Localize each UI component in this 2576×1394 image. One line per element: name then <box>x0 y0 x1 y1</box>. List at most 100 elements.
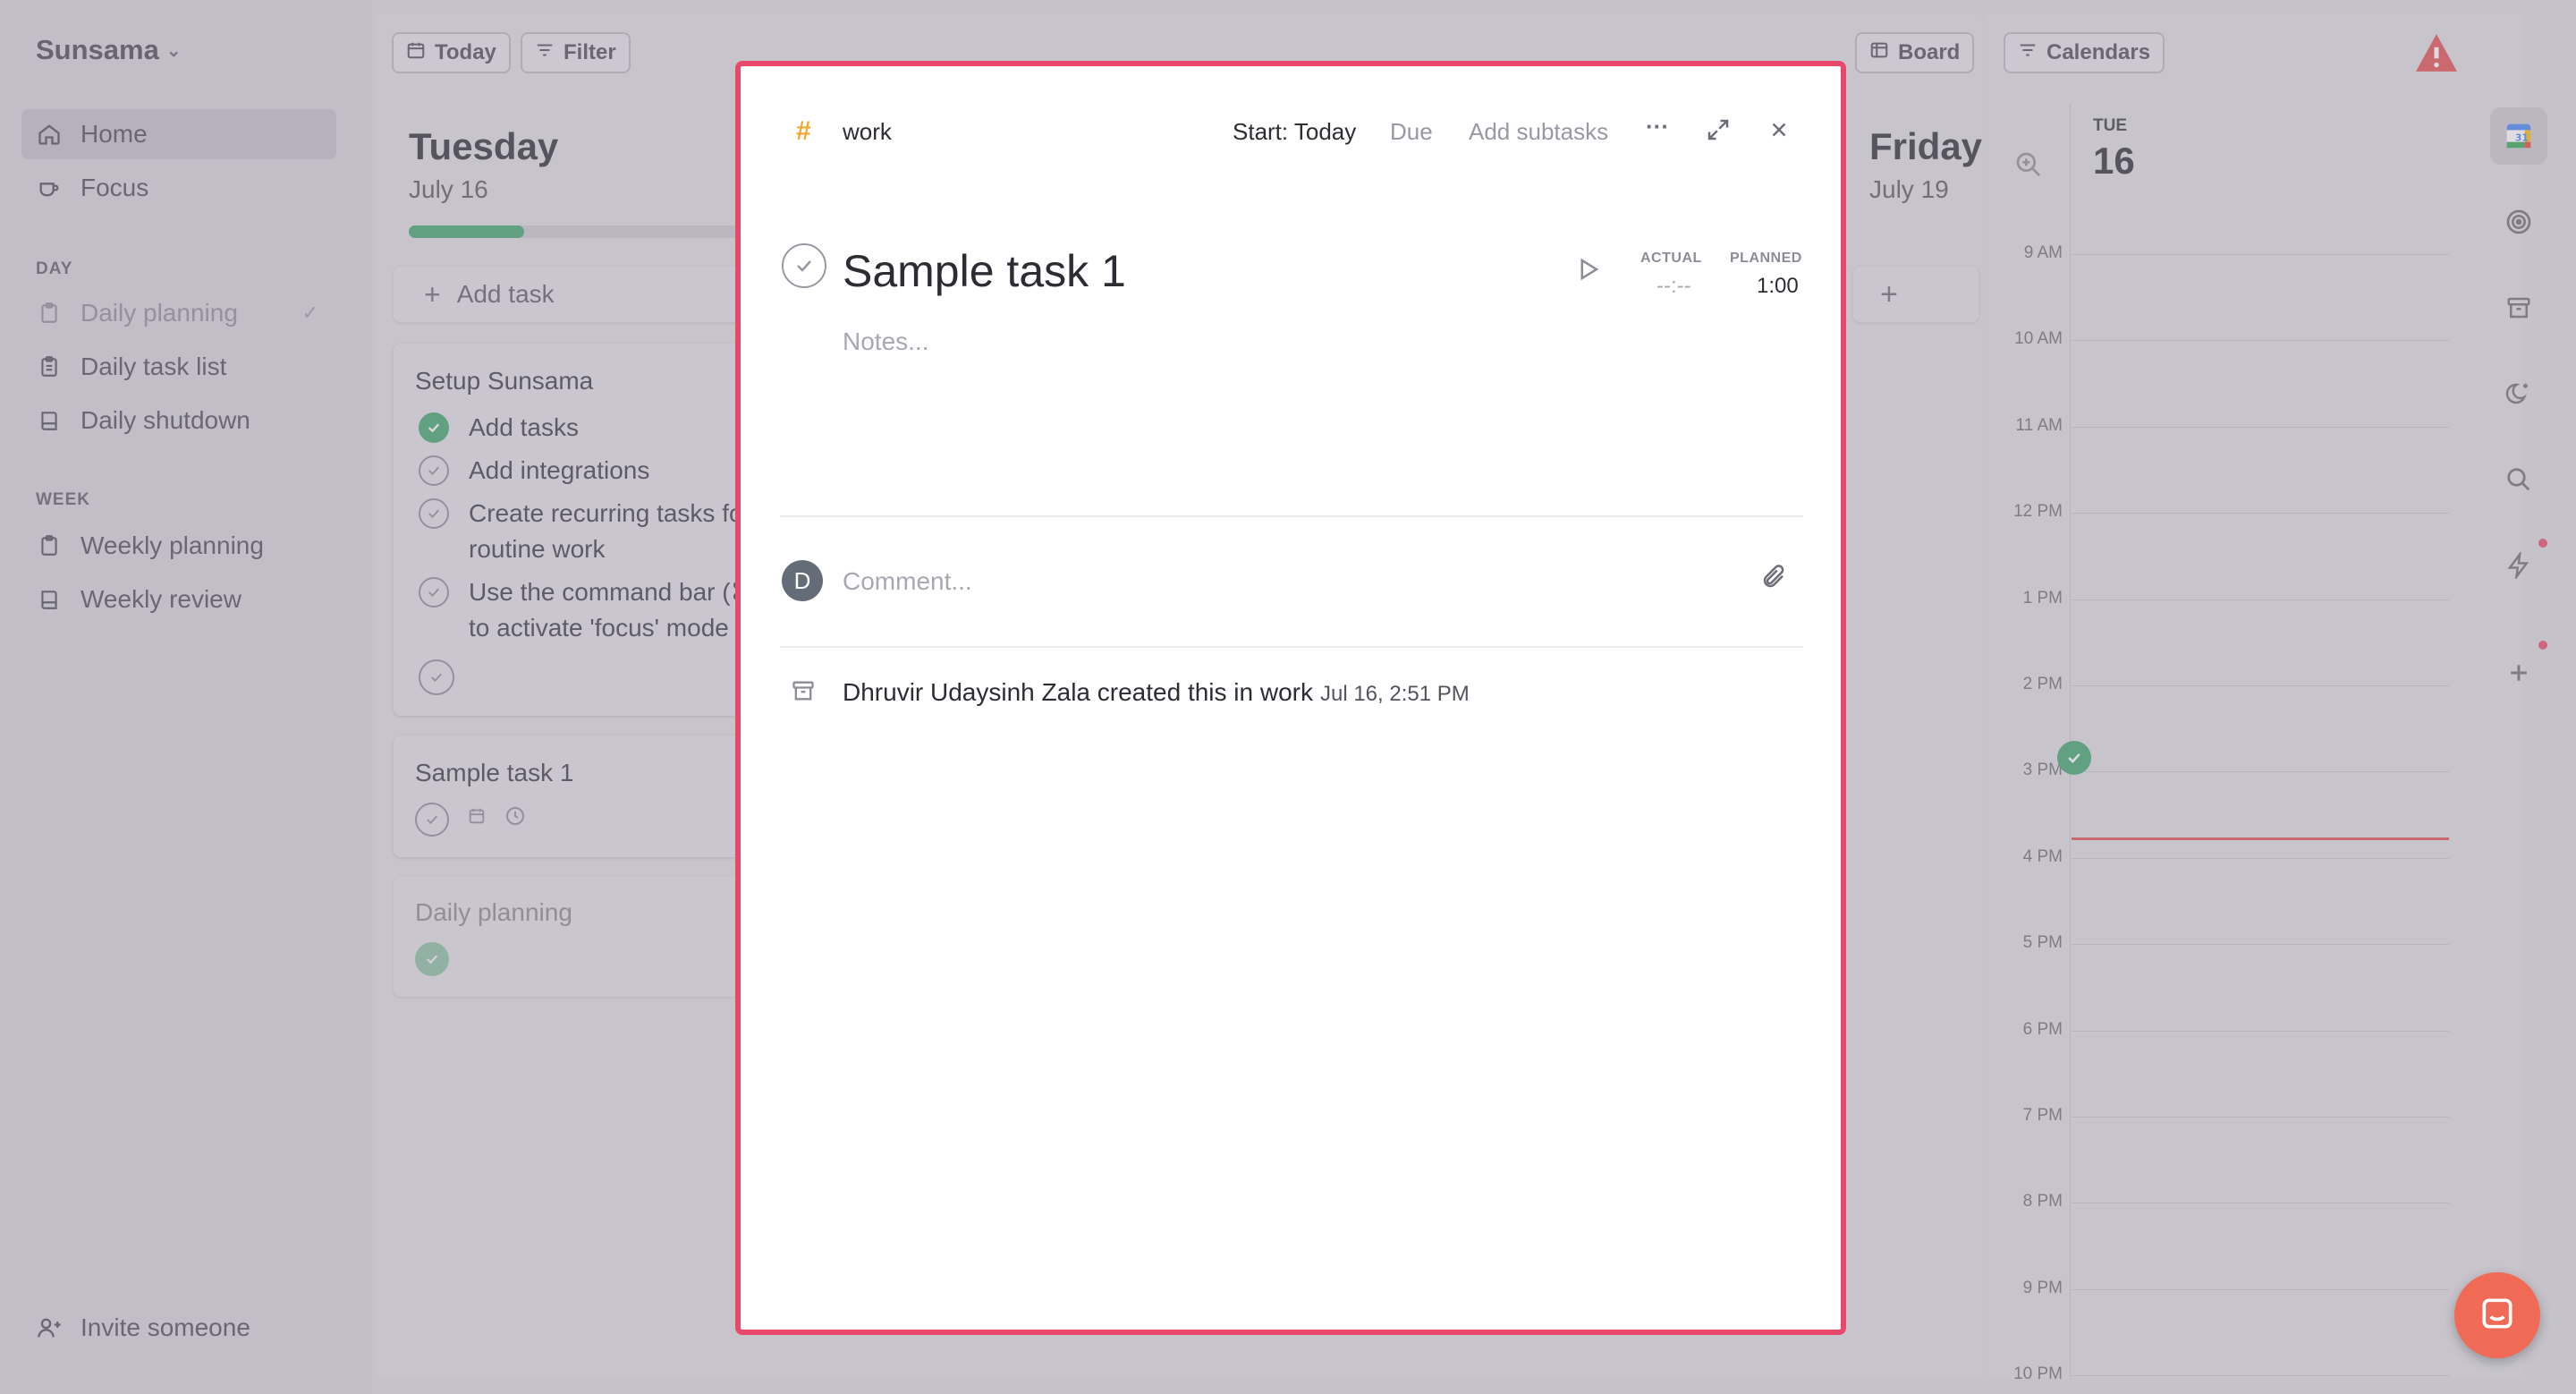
invite-someone-button[interactable]: Invite someone <box>21 1303 336 1353</box>
check-circle-icon[interactable] <box>419 498 449 529</box>
google-calendar-icon[interactable]: 31 <box>2490 107 2547 165</box>
today-button[interactable]: Today <box>392 32 511 73</box>
actual-time-value[interactable]: --:-- <box>1657 274 1691 299</box>
archive-icon[interactable] <box>2490 279 2547 336</box>
calendar-day-abbr: TUE <box>2093 116 2127 135</box>
completed-event-icon[interactable] <box>2057 741 2091 775</box>
subtask-line-2: to activate 'focus' mode <box>469 614 729 642</box>
day-date-friday: July 19 <box>1869 175 1949 203</box>
calendars-button[interactable]: Calendars <box>2004 32 2165 73</box>
add-integration-icon[interactable] <box>2490 641 2547 701</box>
calendar-hour-label: 10 PM <box>2013 1364 2063 1384</box>
calendar-hour-label: 9 AM <box>2023 243 2063 262</box>
nav-weekly-review[interactable]: Weekly review <box>21 574 336 625</box>
friday-add-task-button[interactable]: + <box>1853 267 1979 322</box>
check-circle-icon[interactable] <box>419 577 449 608</box>
calendar-hour-line <box>2072 599 2449 600</box>
play-icon[interactable] <box>1574 256 1601 287</box>
nav-home-label: Home <box>80 120 148 148</box>
calendar-hour-line <box>2072 513 2449 514</box>
nav-daily-planning[interactable]: Daily planning ✓ <box>21 288 336 338</box>
calendar-hour-line <box>2072 944 2449 946</box>
filter-icon <box>2018 40 2038 66</box>
current-time-line <box>2072 837 2449 840</box>
nav-daily-task-list[interactable]: Daily task list <box>21 342 336 392</box>
subtask-line-2: routine work <box>469 535 606 563</box>
clock-icon[interactable] <box>504 805 526 831</box>
filter-label: Filter <box>564 40 616 64</box>
task-card-title: Daily planning <box>415 898 572 926</box>
nav-focus[interactable]: Focus <box>21 163 336 213</box>
target-icon[interactable] <box>2490 193 2547 251</box>
calendar-hour-line <box>2072 426 2449 428</box>
notes-field[interactable]: Notes... <box>843 327 928 356</box>
book-icon <box>36 586 63 613</box>
nav-weekly-planning-label: Weekly planning <box>80 531 264 559</box>
planned-time-label: PLANNED <box>1730 251 1802 266</box>
add-user-icon <box>36 1314 63 1341</box>
task-title[interactable]: Sample task 1 <box>843 245 1126 297</box>
planned-time-value[interactable]: 1:00 <box>1757 274 1799 299</box>
archive-icon <box>791 678 816 708</box>
paperclip-icon[interactable] <box>1760 564 1787 595</box>
nav-home[interactable]: Home <box>21 109 336 159</box>
filter-icon <box>535 40 555 66</box>
nav-daily-planning-label: Daily planning <box>80 299 238 327</box>
check-icon: ✓ <box>301 302 318 324</box>
activity-timestamp: Jul 16, 2:51 PM <box>1319 682 1470 706</box>
invite-label: Invite someone <box>80 1313 250 1341</box>
complete-task-checkbox[interactable] <box>782 243 826 288</box>
start-date-button[interactable]: Start: Today <box>1233 118 1356 146</box>
board-button[interactable]: Board <box>1855 32 1975 73</box>
calendar-hour-label: 4 PM <box>2022 846 2063 866</box>
checked-circle-icon[interactable] <box>415 942 449 976</box>
board-icon <box>1869 40 1889 66</box>
warning-icon[interactable] <box>2413 32 2460 78</box>
task-detail-modal: # work Start: Today Due Add subtasks ···… <box>735 61 1846 1335</box>
notification-dot <box>2538 539 2547 548</box>
board-label: Board <box>1898 40 1961 64</box>
task-card-title: Setup Sunsama <box>415 367 594 395</box>
moon-icon[interactable] <box>2490 365 2547 422</box>
project-selector[interactable]: work <box>843 118 892 146</box>
calendar-hour-line <box>2072 340 2449 342</box>
chat-support-button[interactable] <box>2454 1272 2540 1358</box>
more-options-button[interactable]: ··· <box>1646 113 1669 140</box>
zoom-in-icon[interactable] <box>2014 150 2043 183</box>
calendar-icon[interactable] <box>467 806 487 830</box>
nav-focus-label: Focus <box>80 174 149 201</box>
calendar-hour-label: 11 AM <box>2015 415 2063 435</box>
activity-text: Dhruvir Udaysinh Zala created this in wo… <box>843 678 1313 706</box>
nav-weekly-review-label: Weekly review <box>80 585 242 613</box>
home-icon <box>36 121 63 148</box>
divider <box>780 515 1803 517</box>
activity-entry: Dhruvir Udaysinh Zala created this in wo… <box>843 678 1470 707</box>
lightning-icon[interactable] <box>2490 537 2547 594</box>
clipboard-icon <box>36 532 63 559</box>
filter-button[interactable]: Filter <box>521 32 631 73</box>
divider <box>780 646 1803 648</box>
subtask-line-1: Use the command bar (⌘ <box>469 578 756 606</box>
book-icon <box>36 407 63 434</box>
search-icon[interactable] <box>2490 451 2547 508</box>
calendar-hour-label: 1 PM <box>2022 588 2063 608</box>
close-icon[interactable] <box>1767 118 1791 146</box>
calendar-hour-line <box>2072 1375 2449 1377</box>
nav-weekly-planning[interactable]: Weekly planning <box>21 521 336 571</box>
due-date-button[interactable]: Due <box>1390 118 1433 146</box>
calendar-icon <box>406 40 426 66</box>
add-subtasks-button[interactable]: Add subtasks <box>1469 118 1608 146</box>
expand-icon[interactable] <box>1705 116 1732 148</box>
chevron-down-icon: ⌄ <box>165 40 182 61</box>
check-circle-icon[interactable] <box>415 803 449 837</box>
calendar-hour-line <box>2072 857 2449 859</box>
calendar-day-number: 16 <box>2093 140 2135 182</box>
check-circle-icon[interactable] <box>419 659 454 695</box>
section-week: WEEK <box>36 490 90 509</box>
nav-daily-shutdown[interactable]: Daily shutdown <box>21 395 336 446</box>
workspace-switcher[interactable]: Sunsama ⌄ <box>36 34 182 66</box>
comment-input[interactable]: Comment... <box>843 567 972 596</box>
subtask-label: Add integrations <box>469 456 650 484</box>
check-circle-icon[interactable] <box>419 455 449 486</box>
checked-circle-icon[interactable] <box>419 412 449 443</box>
